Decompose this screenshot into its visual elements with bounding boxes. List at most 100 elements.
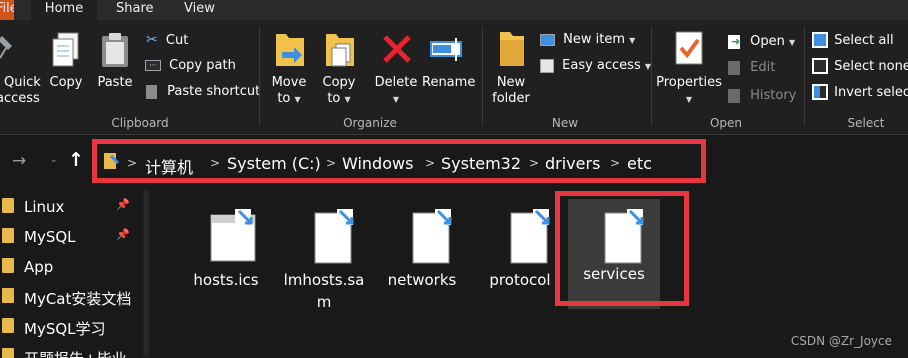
sidebar-item-label: MySQL学习 — [24, 320, 106, 338]
new-item-button[interactable]: New item ▼ — [540, 32, 635, 49]
pin-icon — [0, 36, 12, 59]
up-arrow-icon[interactable]: ↑ — [68, 149, 84, 171]
chevron-down-icon: ▼ — [629, 36, 636, 45]
folder-icon — [2, 258, 14, 273]
group-label-open: Open — [709, 116, 743, 130]
copy-to-button[interactable]: Copy to ▼ — [318, 30, 360, 108]
copy-label: Copy — [49, 75, 83, 90]
sidebar-item-mycat[interactable]: MyCat安装文档 — [0, 284, 140, 308]
folder-icon — [2, 318, 14, 333]
select-all-button[interactable]: Select all — [812, 32, 894, 49]
sidebar-item-label: MyCat安装文档 — [24, 290, 132, 308]
sidebar-item-linux[interactable]: Linux 📌 — [0, 194, 140, 218]
breadcrumb-system-c[interactable]: System (C:) — [227, 154, 321, 173]
navigation-pane: Linux 📌 MySQL 📌 App MyCat安装文档 MySQL学习 开题… — [0, 189, 150, 358]
selection-highlight-box — [555, 191, 689, 306]
breadcrumb-separator-icon: > — [127, 156, 138, 170]
delete-button[interactable]: Delete ▼ — [374, 30, 418, 108]
file-item-protocol[interactable]: protocol — [474, 195, 566, 305]
delete-icon — [383, 35, 411, 63]
group-divider — [482, 26, 483, 126]
breadcrumb-computer[interactable]: 计算机 — [145, 154, 193, 178]
sidebar-item-label: 开题报告+毕业 — [24, 348, 132, 358]
move-to-button[interactable]: Move to ▼ — [268, 30, 310, 108]
rename-button[interactable]: Rename — [422, 30, 476, 90]
chevron-down-icon: ▼ — [392, 95, 400, 104]
address-bar[interactable]: > 计算机 > System (C:) > Windows > System32… — [92, 139, 706, 183]
tab-share[interactable]: Share — [116, 0, 154, 20]
group-label-select: Select — [847, 116, 885, 130]
breadcrumb-windows[interactable]: Windows — [342, 154, 413, 173]
file-name: hosts.ics — [193, 271, 259, 289]
breadcrumb-drivers[interactable]: drivers — [545, 154, 600, 173]
new-folder-label-2: folder — [492, 91, 530, 106]
sidebar-item-thesis[interactable]: 开题报告+毕业 — [0, 344, 140, 358]
copy-to-icon — [326, 34, 354, 67]
breadcrumb-separator-icon: > — [529, 156, 540, 170]
move-to-icon — [276, 34, 304, 66]
invert-selection-button[interactable]: Invert selection — [812, 84, 908, 101]
breadcrumb-separator-icon: > — [610, 156, 621, 170]
paste-shortcut-button[interactable]: Paste shortcut — [146, 84, 260, 100]
easy-access-button[interactable]: Easy access ▼ — [540, 58, 651, 75]
tab-home[interactable]: Home — [31, 0, 97, 20]
file-name: protocol — [489, 271, 551, 289]
chevron-down-icon: ▼ — [685, 95, 693, 104]
tab-file[interactable]: File — [0, 0, 14, 20]
folder-icon — [2, 348, 14, 358]
rename-label: Rename — [422, 75, 476, 90]
sidebar-item-mysql[interactable]: MySQL 📌 — [0, 224, 140, 248]
copy-to-label: Copy — [322, 75, 356, 90]
select-all-icon — [812, 32, 828, 48]
group-label-organize: Organize — [343, 116, 397, 130]
forward-arrow-icon[interactable]: → — [12, 151, 26, 171]
properties-button[interactable]: Properties ▼ — [656, 30, 722, 114]
sidebar-item-app[interactable]: App — [0, 254, 140, 278]
breadcrumb-etc[interactable]: etc — [627, 154, 652, 173]
open-button[interactable]: ➜ Open ▼ — [728, 34, 795, 51]
sidebar-item-mysql-study[interactable]: MySQL学习 — [0, 314, 140, 338]
edit-label: Edit — [750, 60, 776, 75]
file-item-hosts-ics[interactable]: hosts.ics — [180, 195, 272, 305]
navigation-scrollbar[interactable] — [142, 189, 150, 358]
edit-button[interactable]: Edit — [728, 60, 775, 76]
scissors-icon: ✂ — [146, 32, 158, 48]
cut-button[interactable]: ✂ Cut — [146, 32, 188, 49]
group-divider — [804, 26, 805, 126]
history-button[interactable]: History — [728, 88, 796, 104]
quick-access-label: Quick — [4, 75, 41, 90]
select-none-button[interactable]: Select none — [812, 58, 908, 75]
pin-icon[interactable]: 📌 — [116, 228, 130, 241]
copy-button[interactable]: Copy — [46, 32, 86, 92]
folder-icon — [2, 198, 14, 213]
breadcrumb-system32[interactable]: System32 — [441, 154, 521, 173]
pin-icon[interactable]: 📌 — [116, 198, 130, 211]
copy-path-icon: ⋯ — [145, 60, 161, 71]
properties-label: Properties — [656, 75, 722, 90]
history-icon — [728, 88, 740, 103]
edit-icon — [728, 60, 740, 75]
file-name: networks — [387, 271, 457, 289]
new-item-label: New item — [563, 32, 625, 47]
file-name: lmhosts.sam — [283, 271, 365, 311]
ribbon-tab-bar: File Home Share View — [0, 0, 908, 20]
cut-label: Cut — [165, 33, 189, 48]
easy-access-icon — [540, 58, 554, 73]
properties-icon — [675, 31, 703, 65]
file-item-lmhosts-sam[interactable]: lmhosts.sam — [278, 195, 370, 311]
move-to-label-2: to — [277, 91, 291, 106]
group-divider — [651, 26, 652, 126]
file-icon — [314, 209, 354, 264]
delete-label: Delete — [374, 75, 418, 90]
tab-view[interactable]: View — [184, 0, 215, 20]
copy-path-button[interactable]: ⋯ Copy path — [145, 58, 236, 74]
recent-locations-chevron-icon[interactable]: ⌄ — [50, 155, 58, 165]
paste-icon — [102, 33, 128, 67]
window-file-icon — [210, 209, 256, 262]
folder-icon — [2, 228, 14, 243]
group-divider — [259, 26, 260, 126]
file-item-networks[interactable]: networks — [376, 195, 468, 305]
scrollbar-thumb[interactable] — [144, 191, 148, 355]
paste-button[interactable]: Paste — [94, 32, 136, 92]
new-folder-button[interactable]: New folder — [488, 30, 534, 108]
